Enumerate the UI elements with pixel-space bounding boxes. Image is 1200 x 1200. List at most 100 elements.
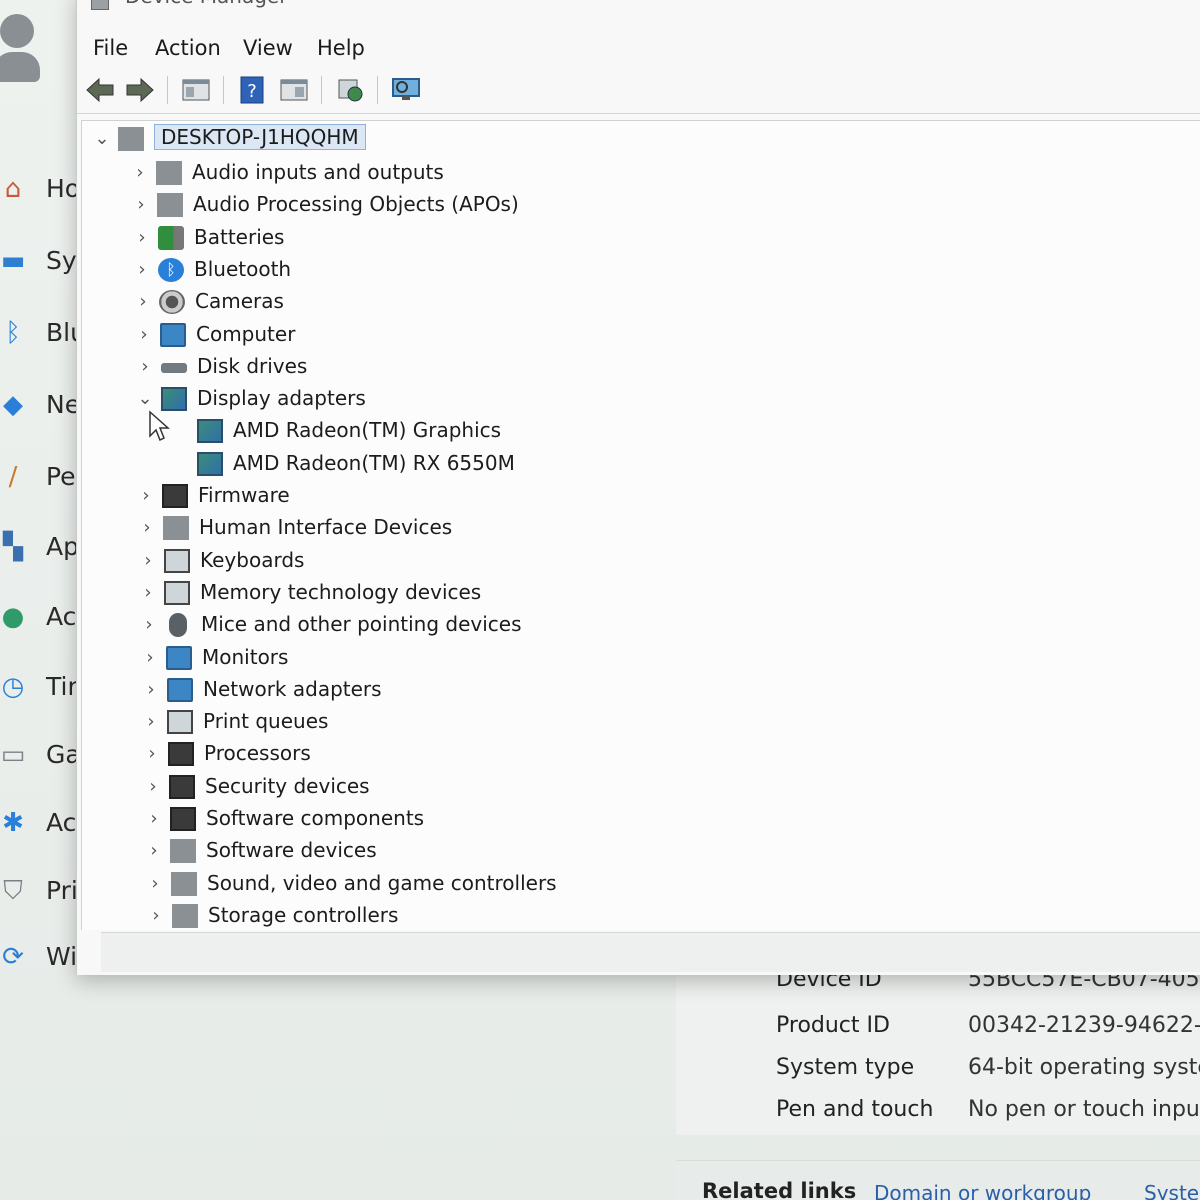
memory-icon [164, 580, 190, 605]
chevron-right-icon[interactable]: › [142, 742, 162, 766]
chevron-right-icon[interactable]: › [130, 161, 150, 185]
help-icon[interactable]: ? [235, 74, 269, 106]
tree-item-label: Audio inputs and outputs [192, 160, 444, 184]
mouse-cursor-icon [149, 410, 170, 442]
menu-help[interactable]: Help [317, 36, 365, 60]
chevron-right-icon[interactable]: › [138, 549, 158, 573]
chevron-right-icon[interactable]: › [144, 807, 164, 831]
toolbar: ? [77, 68, 1200, 114]
accessibility-icon: ✱ [2, 808, 24, 838]
menu-bar: File Action View Help [77, 30, 1200, 64]
tree-item-label: Storage controllers [208, 902, 399, 927]
bluetooth-icon: ᛒ [5, 318, 21, 348]
wifi-icon: ◆ [3, 390, 23, 420]
printer-icon [167, 710, 193, 735]
tree-item-label: Software components [206, 806, 425, 830]
chevron-right-icon[interactable]: › [144, 839, 164, 863]
avatar-body [0, 52, 40, 82]
related-links: Related links Domain or workgroup Syste [676, 1160, 1200, 1200]
chevron-right-icon[interactable]: › [136, 484, 156, 508]
speaker-icon [157, 193, 183, 218]
network-adapter-icon [167, 677, 193, 702]
chevron-down-icon[interactable]: ⌄ [92, 127, 112, 151]
chevron-right-icon[interactable]: › [145, 872, 165, 896]
show-hide-console-tree-icon[interactable] [179, 74, 213, 106]
gaming-icon: ▭ [0, 740, 26, 770]
chevron-right-icon[interactable]: › [138, 581, 158, 605]
tree-item-label: Disk drives [197, 353, 308, 378]
hid-icon [163, 516, 189, 541]
chevron-right-icon[interactable]: › [132, 226, 152, 250]
chevron-right-icon[interactable]: › [143, 775, 163, 799]
status-bar [101, 932, 1200, 972]
tree-item-label: AMD Radeon(TM) Graphics [233, 418, 502, 443]
menu-file[interactable]: File [93, 36, 128, 60]
related-link-domain[interactable]: Domain or workgroup [874, 1181, 1091, 1200]
disk-drive-icon [161, 362, 187, 373]
related-links-title: Related links [702, 1179, 857, 1200]
tree-item-label: Human Interface Devices [199, 515, 453, 540]
avatar-head [0, 14, 34, 48]
window-title: Device Manager [125, 0, 287, 8]
software-device-icon [170, 839, 196, 864]
brush-icon: / [8, 462, 18, 492]
svg-text:?: ? [247, 81, 257, 102]
menu-view[interactable]: View [243, 36, 293, 60]
tree-item-label: Security devices [205, 773, 370, 798]
processor-icon [168, 742, 194, 767]
chevron-down-icon[interactable]: ⌄ [135, 387, 155, 411]
toolbar-separator [321, 76, 322, 104]
device-tree: ⌄ DESKTOP-J1HQQHM › Audio inputs and output… [81, 120, 1200, 930]
forward-arrow-icon[interactable] [123, 74, 157, 106]
chevron-right-icon[interactable]: › [141, 678, 161, 702]
spec-value: 00342-21239-94622-A [968, 1013, 1200, 1038]
settings-nav-label: Wi [46, 942, 78, 971]
time-icon: ◷ [1, 672, 25, 702]
tree-item-label: Batteries [194, 224, 285, 249]
chevron-right-icon[interactable]: › [141, 710, 161, 734]
tree-item-label: Sound, video and game controllers [207, 870, 557, 895]
properties-icon[interactable] [277, 74, 311, 106]
chevron-right-icon[interactable]: › [134, 323, 154, 347]
device-manager-window: Device Manager File Action View Help ? [76, 0, 1200, 975]
home-icon: ⌂ [4, 174, 22, 204]
chevron-right-icon[interactable]: › [132, 258, 152, 282]
chevron-right-icon[interactable]: › [133, 290, 153, 314]
camera-icon [159, 290, 185, 315]
spec-value: No pen or touch input [968, 1097, 1200, 1122]
avatar[interactable] [0, 14, 40, 82]
tree-item-label: Mice and other pointing devices [201, 612, 522, 637]
tree-item-label: AMD Radeon(TM) RX 6550M [233, 450, 515, 475]
menu-action[interactable]: Action [155, 36, 221, 60]
tree-item-label: Audio Processing Objects (APOs) [193, 192, 519, 217]
chevron-right-icon[interactable]: › [139, 613, 159, 637]
computer-icon [160, 322, 186, 347]
chevron-right-icon[interactable]: › [146, 904, 166, 928]
device-manager-icon [91, 0, 109, 10]
scan-hardware-icon[interactable] [389, 74, 423, 106]
keyboard-icon [164, 548, 190, 573]
toolbar-separator [167, 76, 168, 104]
computer-root-icon [118, 127, 144, 151]
settings-nav-label: Ne [46, 390, 81, 419]
settings-nav-label: Ho [46, 174, 81, 203]
tree-item-label: Processors [204, 741, 311, 766]
toolbar-separator [377, 76, 378, 104]
tree-item-label: Computer [196, 321, 296, 346]
gpu-device-icon [197, 419, 223, 444]
update-driver-icon[interactable] [333, 74, 367, 106]
software-component-icon [170, 807, 196, 831]
display-adapter-icon [161, 387, 187, 412]
device-specifications: Device ID 55BCC57E-CB07-405C Product ID 003… [676, 967, 1200, 1135]
chevron-right-icon[interactable]: › [137, 516, 157, 540]
chevron-right-icon[interactable]: › [140, 646, 160, 670]
chevron-right-icon[interactable]: › [131, 193, 151, 217]
back-arrow-icon[interactable] [83, 74, 117, 106]
speaker-icon [171, 871, 197, 896]
firmware-icon [162, 484, 188, 508]
update-icon: ⟳ [2, 942, 24, 972]
tree-item-label: Memory technology devices [200, 579, 482, 604]
system-icon: ▬ [0, 246, 26, 276]
related-link-system[interactable]: Syste [1144, 1181, 1199, 1200]
chevron-right-icon[interactable]: › [135, 355, 155, 379]
